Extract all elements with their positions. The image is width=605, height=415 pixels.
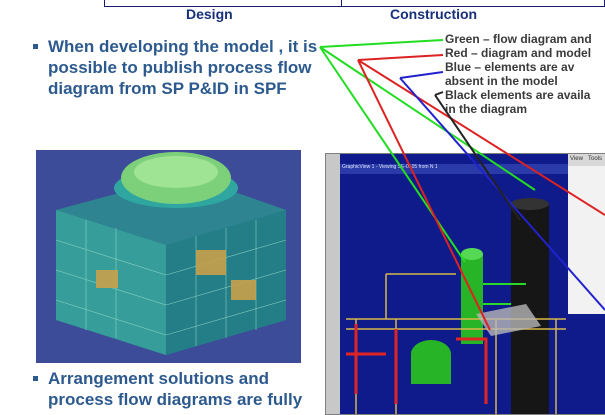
red-connector-line (357, 54, 444, 61)
legend-black-cont: in the diagram (445, 102, 528, 116)
construction-column-label: Construction (390, 6, 478, 22)
header-table-border (104, 0, 605, 7)
bullet-item-publish: When developing the model , it is possib… (30, 36, 320, 99)
design-column-label: Design (186, 6, 233, 22)
blue-connector-line (399, 71, 444, 79)
plant-3d-model-image (36, 150, 301, 363)
plant-3d-model-illustration (36, 150, 301, 363)
bullet-list: When developing the model , it is possib… (30, 36, 320, 99)
viewer-title: GraphicView 1 - Viewing SE-0105 from N 1 (342, 164, 438, 170)
legend-black: Black elements are availa (445, 88, 591, 102)
construction-viewer-illustration (326, 154, 605, 414)
view-menu-item[interactable]: View (570, 156, 583, 162)
legend-green: Green – flow diagram and (445, 32, 592, 46)
green-connector-line (319, 39, 444, 48)
black-connector-line (434, 91, 444, 96)
legend-red: Red – diagram and model (445, 46, 592, 60)
construction-viewer-screenshot: GraphicView 1 - Viewing SE-0105 from N 1… (325, 153, 605, 415)
legend-blue: Blue – elements are av (445, 60, 575, 74)
tools-menu-item[interactable]: Tools (588, 156, 602, 162)
header-table-divider (341, 0, 342, 7)
color-legend: Green – flow diagram and Red – diagram a… (445, 32, 605, 116)
legend-blue-cont: absent in the model (445, 74, 558, 88)
